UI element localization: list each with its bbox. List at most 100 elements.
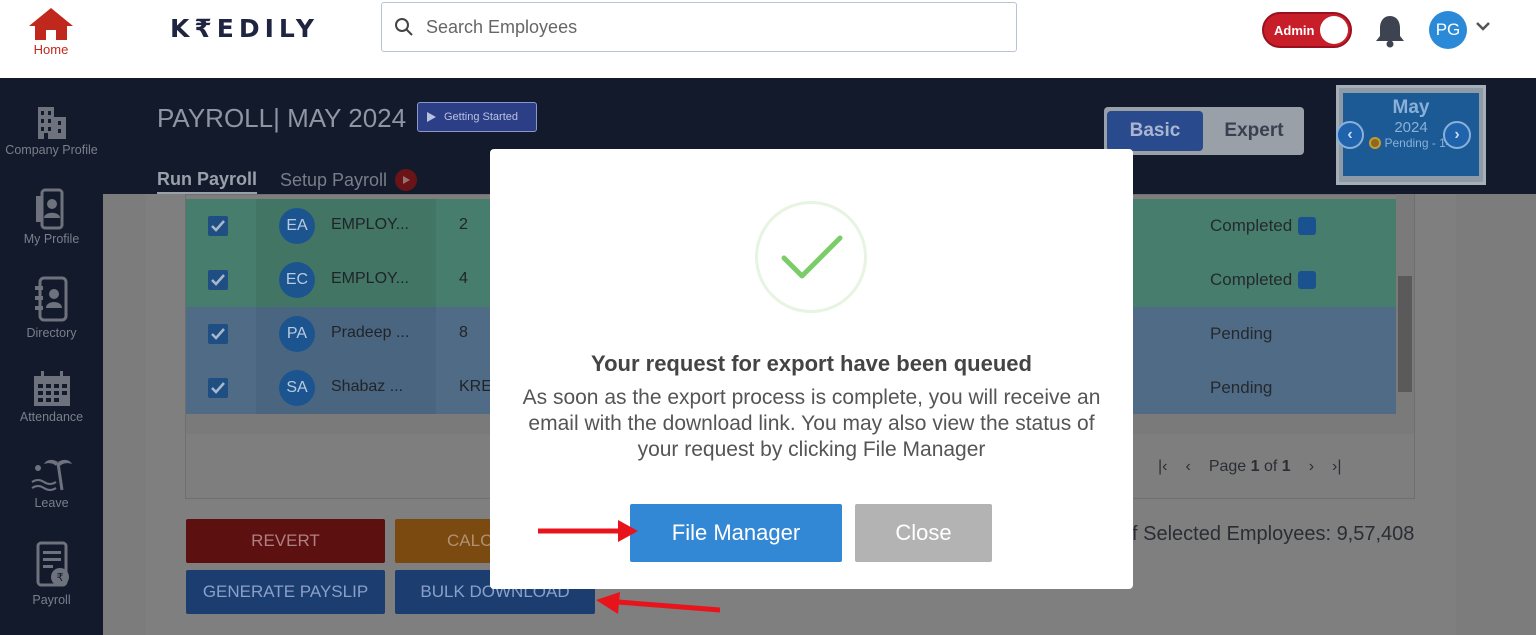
payslip-icon[interactable] xyxy=(1298,217,1317,235)
vertical-scrollbar[interactable] xyxy=(1396,194,1414,414)
check-icon xyxy=(211,274,225,286)
employee-cell: PA Pradeep ... xyxy=(256,307,436,361)
search-input[interactable] xyxy=(426,16,986,38)
video-play-icon[interactable] xyxy=(395,169,418,191)
sidebar-item-my-profile[interactable]: My Profile xyxy=(0,188,103,246)
page-word: Page xyxy=(1208,458,1247,475)
sidebar-item-payroll[interactable]: ₹ Payroll xyxy=(0,541,103,607)
status-cell: Completed xyxy=(1210,270,1317,290)
employee-name[interactable]: EMPLOY... xyxy=(331,270,409,288)
employee-code: 8 xyxy=(459,324,468,341)
mode-expert-button[interactable]: Expert xyxy=(1208,111,1300,151)
employee-cell: EA EMPLOY... xyxy=(256,199,436,253)
sidebar-item-directory[interactable]: Directory xyxy=(0,274,103,340)
search-icon xyxy=(395,18,413,36)
employee-avatar: EC xyxy=(279,262,315,298)
sidebar-item-label: Directory xyxy=(26,326,77,340)
dialog-message: As soon as the export process is complet… xyxy=(522,386,1101,461)
row-checkbox[interactable] xyxy=(208,324,228,344)
status-cell: Pending xyxy=(1210,378,1272,398)
generate-payslip-button[interactable]: GENERATE PAYSLIP xyxy=(186,570,385,614)
calculate-button[interactable]: CALC xyxy=(395,519,492,563)
status-cell: Completed xyxy=(1210,216,1317,236)
search-box[interactable] xyxy=(381,2,1017,52)
check-icon xyxy=(211,220,225,232)
status-text: Completed xyxy=(1210,216,1293,235)
prev-month-button[interactable]: ‹ xyxy=(1336,121,1364,149)
page-title: PAYROLL| MAY 2024 xyxy=(157,103,407,133)
status-text: Completed xyxy=(1210,270,1293,289)
home-icon xyxy=(29,8,73,40)
last-page-icon[interactable]: ›| xyxy=(1332,458,1341,476)
scrollbar-thumb[interactable] xyxy=(1398,276,1412,392)
getting-started-button[interactable]: Getting Started xyxy=(417,102,537,132)
dialog-title: Your request for export have been queued xyxy=(591,351,1032,376)
employee-code: 4 xyxy=(459,270,468,287)
employee-name[interactable]: Shabaz ... xyxy=(331,378,403,396)
next-page-icon[interactable]: › xyxy=(1309,458,1314,476)
payslip-icon[interactable] xyxy=(1298,271,1317,289)
user-avatar[interactable]: PG xyxy=(1429,11,1467,49)
getting-started-label: Getting Started xyxy=(444,111,518,123)
bell-icon xyxy=(1376,16,1404,48)
kredily-logo[interactable]: K₹EDILY xyxy=(170,14,319,43)
sidebar-item-company-profile[interactable]: Company Profile xyxy=(0,103,103,157)
revert-button[interactable]: REVERT xyxy=(186,519,385,563)
tab-run-payroll[interactable]: Run Payroll xyxy=(157,169,258,195)
chevron-down-icon xyxy=(1476,22,1490,31)
sidebar-item-attendance[interactable]: Attendance xyxy=(0,370,103,424)
employee-avatar: PA xyxy=(279,316,315,352)
id-badge-icon xyxy=(35,188,63,230)
month-selector: May 2024 Pending - 14 ‹ › xyxy=(1336,85,1486,185)
total-pages: 1 xyxy=(1281,458,1291,475)
next-month-button[interactable]: › xyxy=(1443,121,1471,149)
file-manager-button[interactable]: File Manager xyxy=(630,504,842,562)
mode-toggle: Basic Expert xyxy=(1104,107,1304,155)
toggle-knob xyxy=(1320,16,1348,44)
close-button[interactable]: Close xyxy=(855,504,992,562)
pagination: |‹ ‹ Page 1 of 1 › ›| xyxy=(1158,458,1342,476)
sidebar-item-label: Leave xyxy=(34,496,69,510)
home-link[interactable]: Home xyxy=(20,6,82,57)
sidebar-item-leave[interactable]: Leave xyxy=(0,456,103,510)
pending-dot-icon xyxy=(1369,137,1382,149)
first-page-icon[interactable]: |‹ xyxy=(1158,458,1167,476)
row-checkbox[interactable] xyxy=(208,216,228,236)
employee-name[interactable]: Pradeep ... xyxy=(331,324,409,342)
building-icon xyxy=(37,107,66,139)
month-name: May xyxy=(1392,97,1430,118)
user-menu-toggle[interactable] xyxy=(1475,19,1491,37)
svg-text:₹: ₹ xyxy=(56,571,63,584)
check-icon xyxy=(211,382,225,394)
row-checkbox[interactable] xyxy=(208,270,228,290)
admin-toggle-label: Admin xyxy=(1274,23,1315,38)
tab-setup-payroll[interactable]: Setup Payroll xyxy=(280,169,418,191)
status-cell: Pending xyxy=(1210,324,1272,344)
notifications-button[interactable] xyxy=(1374,14,1406,53)
pending-label: Pending - 14 xyxy=(1384,136,1453,150)
employee-name[interactable]: EMPLOY... xyxy=(331,216,409,234)
employee-avatar: EA xyxy=(279,208,315,244)
admin-toggle[interactable]: Admin xyxy=(1262,12,1352,48)
prev-page-icon[interactable]: ‹ xyxy=(1185,458,1190,476)
annotation-arrow-left-icon xyxy=(596,592,721,614)
mode-basic-button[interactable]: Basic xyxy=(1107,111,1203,151)
of-word: of xyxy=(1264,458,1278,475)
calendar-icon xyxy=(33,371,70,406)
total-value: 9,57,408 xyxy=(1336,523,1415,545)
status-text: Pending xyxy=(1210,378,1273,397)
beach-icon xyxy=(30,459,72,491)
current-page: 1 xyxy=(1250,458,1260,475)
row-checkbox[interactable] xyxy=(208,378,228,398)
employee-code: KRE xyxy=(459,378,492,395)
sidebar-item-label: Payroll xyxy=(32,593,71,607)
selected-employees-total: f Selected Employees: 9,57,408 xyxy=(1132,523,1414,546)
employee-cell: SA Shabaz ... xyxy=(256,361,436,415)
employee-code: 2 xyxy=(459,216,468,233)
home-label: Home xyxy=(33,42,69,57)
play-icon xyxy=(427,112,436,122)
checkmark-icon xyxy=(781,235,843,279)
success-badge xyxy=(755,201,867,313)
sidebar-item-label: My Profile xyxy=(23,232,80,246)
payroll-document-icon: ₹ xyxy=(36,541,69,587)
